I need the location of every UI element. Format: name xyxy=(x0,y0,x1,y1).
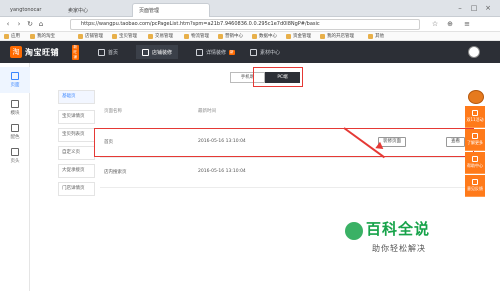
folder-icon xyxy=(286,33,291,39)
bookmark-item[interactable]: 资金管理 xyxy=(286,33,311,39)
tool-header[interactable]: 页头 xyxy=(0,143,30,169)
bookmark-item[interactable]: 物流管理 xyxy=(184,33,209,39)
address-bar: ‹ › ↻ ⌂ https://wangpu.taobao.com/pcPage… xyxy=(0,17,500,32)
extension-icon[interactable]: ⊕ xyxy=(445,19,455,29)
float-activity[interactable]: 双11活动 xyxy=(465,106,485,128)
bookmark-item[interactable]: 交易管理 xyxy=(148,33,173,39)
pumpkin-mascot-icon[interactable] xyxy=(468,90,484,104)
home-icon xyxy=(98,48,105,56)
nav-detail-decoration[interactable]: 详情装修新 xyxy=(190,45,241,59)
bookmark-item[interactable]: 数据中心 xyxy=(252,33,277,39)
app-header: 淘 淘宝旺铺 新旺铺 首页 店铺装修 详情装修新 素材中心 xyxy=(0,41,500,63)
bookmarks-bar: 应用 我的淘宝 店铺管理 宝贝管理 交易管理 物流管理 营销中心 数据中心 资金… xyxy=(0,32,500,41)
module-icon xyxy=(11,100,19,108)
watermark-logo-icon xyxy=(345,222,363,240)
feedback-icon xyxy=(472,179,478,185)
bookmark-item[interactable]: 店铺管理 xyxy=(78,33,103,39)
folder-icon xyxy=(252,33,257,39)
back-icon[interactable]: ‹ xyxy=(3,19,13,29)
sidebar-item-custom[interactable]: 自定义页 xyxy=(58,146,95,160)
folder-icon xyxy=(78,33,83,39)
app-logo[interactable]: 淘 淘宝旺铺 新旺铺 xyxy=(10,45,79,60)
home-icon[interactable]: ⌂ xyxy=(36,19,46,29)
nav-new-badge: 新 xyxy=(229,49,235,55)
menu-icon[interactable]: ≡ xyxy=(462,19,472,29)
table-row: 店内搜索页 2016-05-16 13:10:04 xyxy=(100,158,470,188)
sidebar-item-promo[interactable]: 大促承接页 xyxy=(58,164,95,178)
row-time: 2016-05-16 13:10:04 xyxy=(198,169,246,174)
nav-shop-decoration[interactable]: 店铺装修 xyxy=(136,45,179,59)
taobao-logo-icon: 淘 xyxy=(10,46,22,58)
page-type-sidebar: 基础页 宝贝详情页 宝贝列表页 自定义页 大促承接页 门店详情页 xyxy=(58,90,95,291)
bookmark-item[interactable]: 应用 xyxy=(4,33,20,39)
forward-icon[interactable]: › xyxy=(14,19,24,29)
tool-page[interactable]: 页面 xyxy=(0,67,30,93)
float-feedback[interactable]: 意见反馈 xyxy=(465,175,485,197)
info-icon xyxy=(472,133,478,139)
activity-icon xyxy=(472,110,478,116)
logo-badge: 新旺铺 xyxy=(72,45,79,60)
bookmark-item[interactable]: 我的开店管理 xyxy=(320,33,354,39)
tab-label: 卖家中心 xyxy=(68,7,89,14)
browser-tab-1[interactable]: yangtonocar xyxy=(4,3,60,17)
nav-material-center[interactable]: 素材中心 xyxy=(244,45,286,59)
highlight-box-row xyxy=(94,128,474,157)
logo-text: 淘宝旺铺 xyxy=(25,47,59,57)
bookmark-item[interactable]: 我的淘宝 xyxy=(30,33,55,39)
shop-icon xyxy=(142,48,149,56)
tab-label: yangtonocar xyxy=(10,7,42,13)
tool-module[interactable]: 模块 xyxy=(0,95,30,121)
browser-tab-active[interactable]: 页面管理 xyxy=(132,3,210,17)
detail-icon xyxy=(196,48,203,56)
maximize-icon[interactable]: □ xyxy=(468,3,480,13)
folder-icon xyxy=(218,33,223,39)
browser-tab-strip: yangtonocar 卖家中心 页面管理 – □ × xyxy=(0,0,500,17)
url-field[interactable]: https://wangpu.taobao.com/pcPageList.htm… xyxy=(70,19,420,30)
sidebar-item-store[interactable]: 门店详情页 xyxy=(58,182,95,196)
sidebar-item-basic[interactable]: 基础页 xyxy=(58,90,95,104)
apps-icon xyxy=(4,33,9,39)
close-icon[interactable]: × xyxy=(482,3,494,13)
folder-icon xyxy=(30,33,35,39)
column-header-time: 最新时间 xyxy=(198,109,216,114)
browser-tab-2[interactable]: 卖家中心 xyxy=(62,3,130,17)
bookmark-item[interactable]: 其他 xyxy=(368,33,384,39)
avatar[interactable] xyxy=(468,46,480,58)
folder-icon xyxy=(184,33,189,39)
help-icon xyxy=(472,156,478,162)
material-icon xyxy=(250,48,257,56)
highlight-box-pc xyxy=(253,67,303,87)
tab-label: 页面管理 xyxy=(139,8,160,14)
bookmark-item[interactable]: 宝贝管理 xyxy=(112,33,137,39)
column-header-name: 页面名称 xyxy=(104,109,122,114)
bookmark-item[interactable]: 营销中心 xyxy=(218,33,243,39)
folder-icon xyxy=(368,33,373,39)
star-icon[interactable]: ☆ xyxy=(430,19,440,29)
tool-palette[interactable]: 配色 xyxy=(0,119,30,145)
float-help[interactable]: 帮助中心 xyxy=(465,152,485,174)
folder-icon xyxy=(320,33,325,39)
watermark-title: 百科全说 xyxy=(366,220,431,238)
header-icon xyxy=(11,148,19,156)
float-more[interactable]: 了解更多 xyxy=(465,129,485,151)
row-name: 店内搜索页 xyxy=(104,170,127,175)
nav-home[interactable]: 首页 xyxy=(92,45,124,59)
palette-icon xyxy=(11,124,19,132)
sidebar-item-detail[interactable]: 宝贝详情页 xyxy=(58,110,95,124)
folder-icon xyxy=(148,33,153,39)
page-icon xyxy=(11,72,19,80)
refresh-icon[interactable]: ↻ xyxy=(25,19,35,29)
folder-icon xyxy=(112,33,117,39)
minimize-icon[interactable]: – xyxy=(454,3,466,13)
watermark-subtitle: 助你轻松解决 xyxy=(372,244,426,253)
tool-icon-bar: 页面 模块 配色 页头 xyxy=(0,63,30,291)
sidebar-item-list[interactable]: 宝贝列表页 xyxy=(58,128,95,142)
